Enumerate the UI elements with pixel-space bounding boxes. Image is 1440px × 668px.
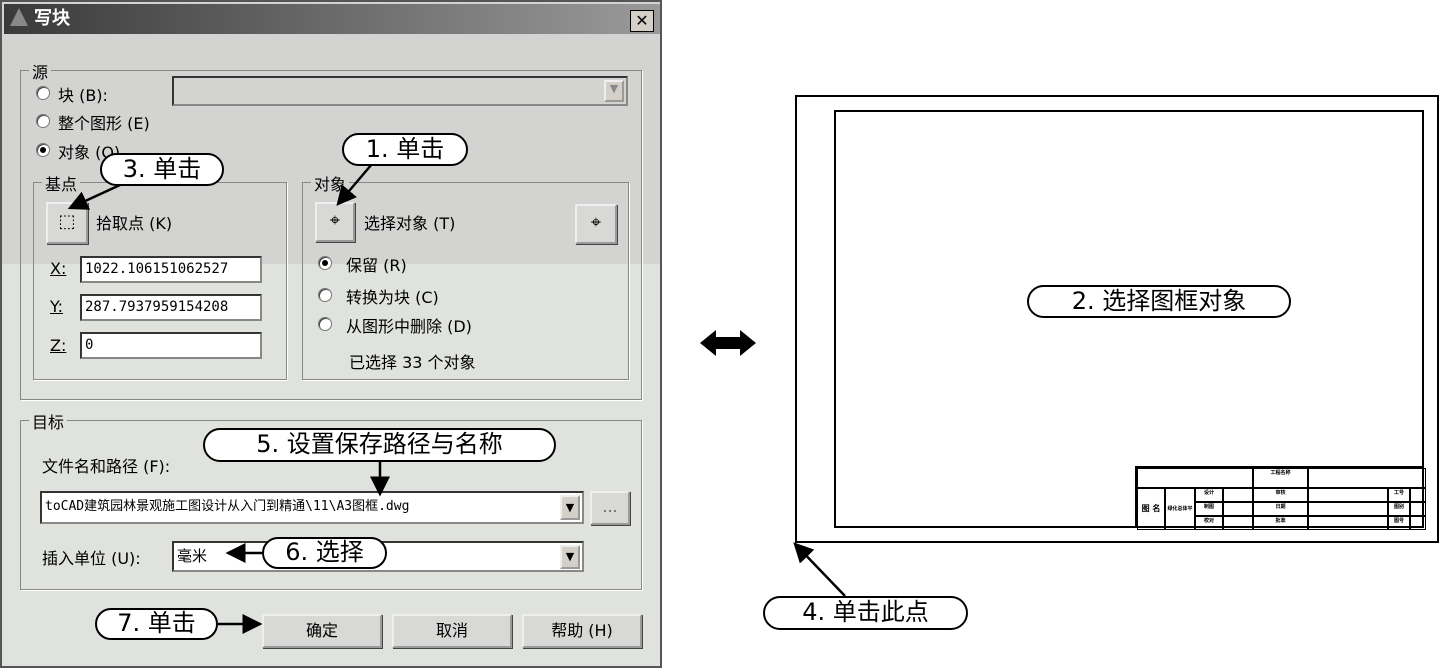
arrow-4 — [793, 542, 846, 597]
callout-2: 2. 选择图框对象 — [1027, 285, 1291, 318]
double-arrow-icon — [700, 330, 756, 356]
arrow-3 — [67, 183, 121, 210]
callout-5: 5. 设置保存路径与名称 — [203, 428, 556, 462]
callout-6: 6. 选择 — [262, 537, 387, 569]
callout-1: 1. 单击 — [342, 133, 468, 166]
callout-4: 4. 单击此点 — [763, 596, 968, 630]
arrow-1 — [336, 163, 373, 206]
callout-7: 7. 单击 — [95, 608, 218, 640]
annotation-arrows — [67, 163, 846, 634]
callout-3: 3. 单击 — [100, 153, 224, 186]
